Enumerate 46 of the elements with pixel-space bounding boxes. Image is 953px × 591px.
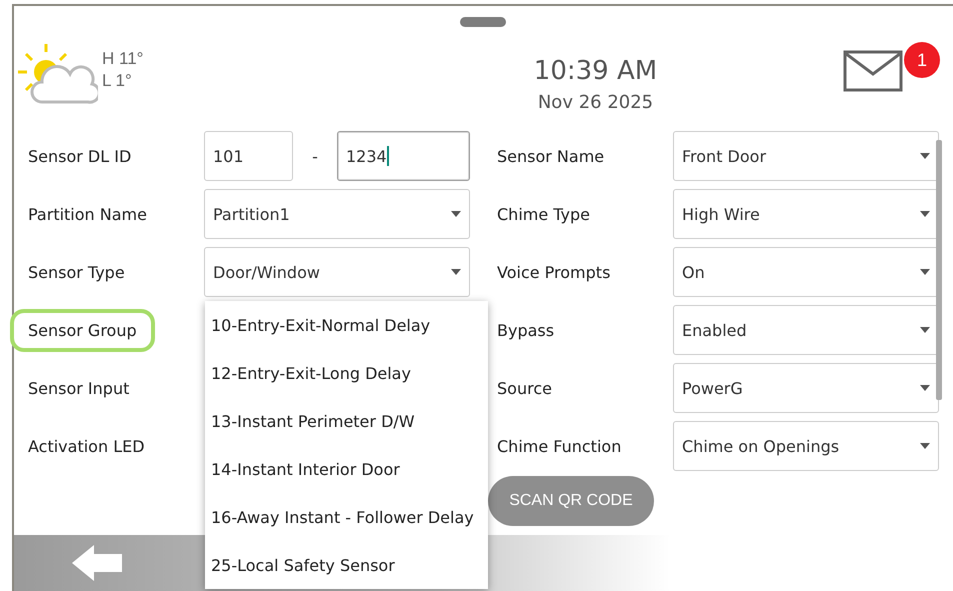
input-field[interactable]: 1234 <box>337 131 470 181</box>
dropdown-field[interactable]: Door/Window <box>204 247 470 297</box>
field-label: Partition Name <box>28 204 147 224</box>
input-field[interactable]: 101 <box>204 131 293 181</box>
field-label: Voice Prompts <box>497 262 610 282</box>
dropdown-arrow-icon <box>920 327 930 333</box>
drag-handle[interactable] <box>460 17 506 27</box>
dropdown-field[interactable]: Chime on Openings <box>673 421 939 471</box>
field-label: Sensor Type <box>28 262 125 282</box>
field-label: Sensor Name <box>497 146 604 166</box>
dropdown-arrow-icon <box>920 211 930 217</box>
clock-time: 10:39 AM <box>534 56 658 86</box>
field-label: Bypass <box>497 320 554 340</box>
menu-option[interactable]: 16-Away Instant - Follower Delay <box>205 493 488 541</box>
dropdown-field[interactable]: High Wire <box>673 189 939 239</box>
field-label: Source <box>497 378 552 398</box>
notification-badge: 1 <box>904 42 940 78</box>
dropdown-field[interactable]: PowerG <box>673 363 939 413</box>
partly-cloudy-icon <box>18 44 98 106</box>
dropdown-arrow-icon <box>451 269 461 275</box>
dropdown-field[interactable]: On <box>673 247 939 297</box>
high-temperature: H 11° <box>102 48 144 70</box>
field-label: Chime Function <box>497 436 622 456</box>
menu-option[interactable]: 25-Local Safety Sensor <box>205 541 488 589</box>
dropdown-arrow-icon <box>920 269 930 275</box>
menu-option[interactable]: 13-Instant Perimeter D/W <box>205 397 488 445</box>
field-label: Sensor Input <box>28 378 130 398</box>
dropdown-field[interactable]: Enabled <box>673 305 939 355</box>
field-label: Activation LED <box>28 436 145 456</box>
mail-icon[interactable] <box>843 50 903 92</box>
dropdown-arrow-icon <box>920 443 930 449</box>
dropdown-arrow-icon <box>920 385 930 391</box>
field-label: Sensor DL ID <box>28 146 132 166</box>
back-arrow-icon[interactable] <box>72 545 122 581</box>
menu-option[interactable]: 10-Entry-Exit-Normal Delay <box>205 301 488 349</box>
menu-option[interactable]: 14-Instant Interior Door <box>205 445 488 493</box>
dropdown-field[interactable]: Front Door <box>673 131 939 181</box>
dropdown-field[interactable]: Partition1 <box>204 189 470 239</box>
dropdown-arrow-icon <box>451 211 461 217</box>
dropdown-arrow-icon <box>920 153 930 159</box>
scrollbar[interactable] <box>936 140 942 400</box>
field-label: Chime Type <box>497 204 590 224</box>
low-temperature: L 1° <box>102 70 133 92</box>
clock-date: Nov 26 2025 <box>538 92 654 113</box>
separator-text: - <box>311 146 319 166</box>
menu-option[interactable]: 12-Entry-Exit-Long Delay <box>205 349 488 397</box>
